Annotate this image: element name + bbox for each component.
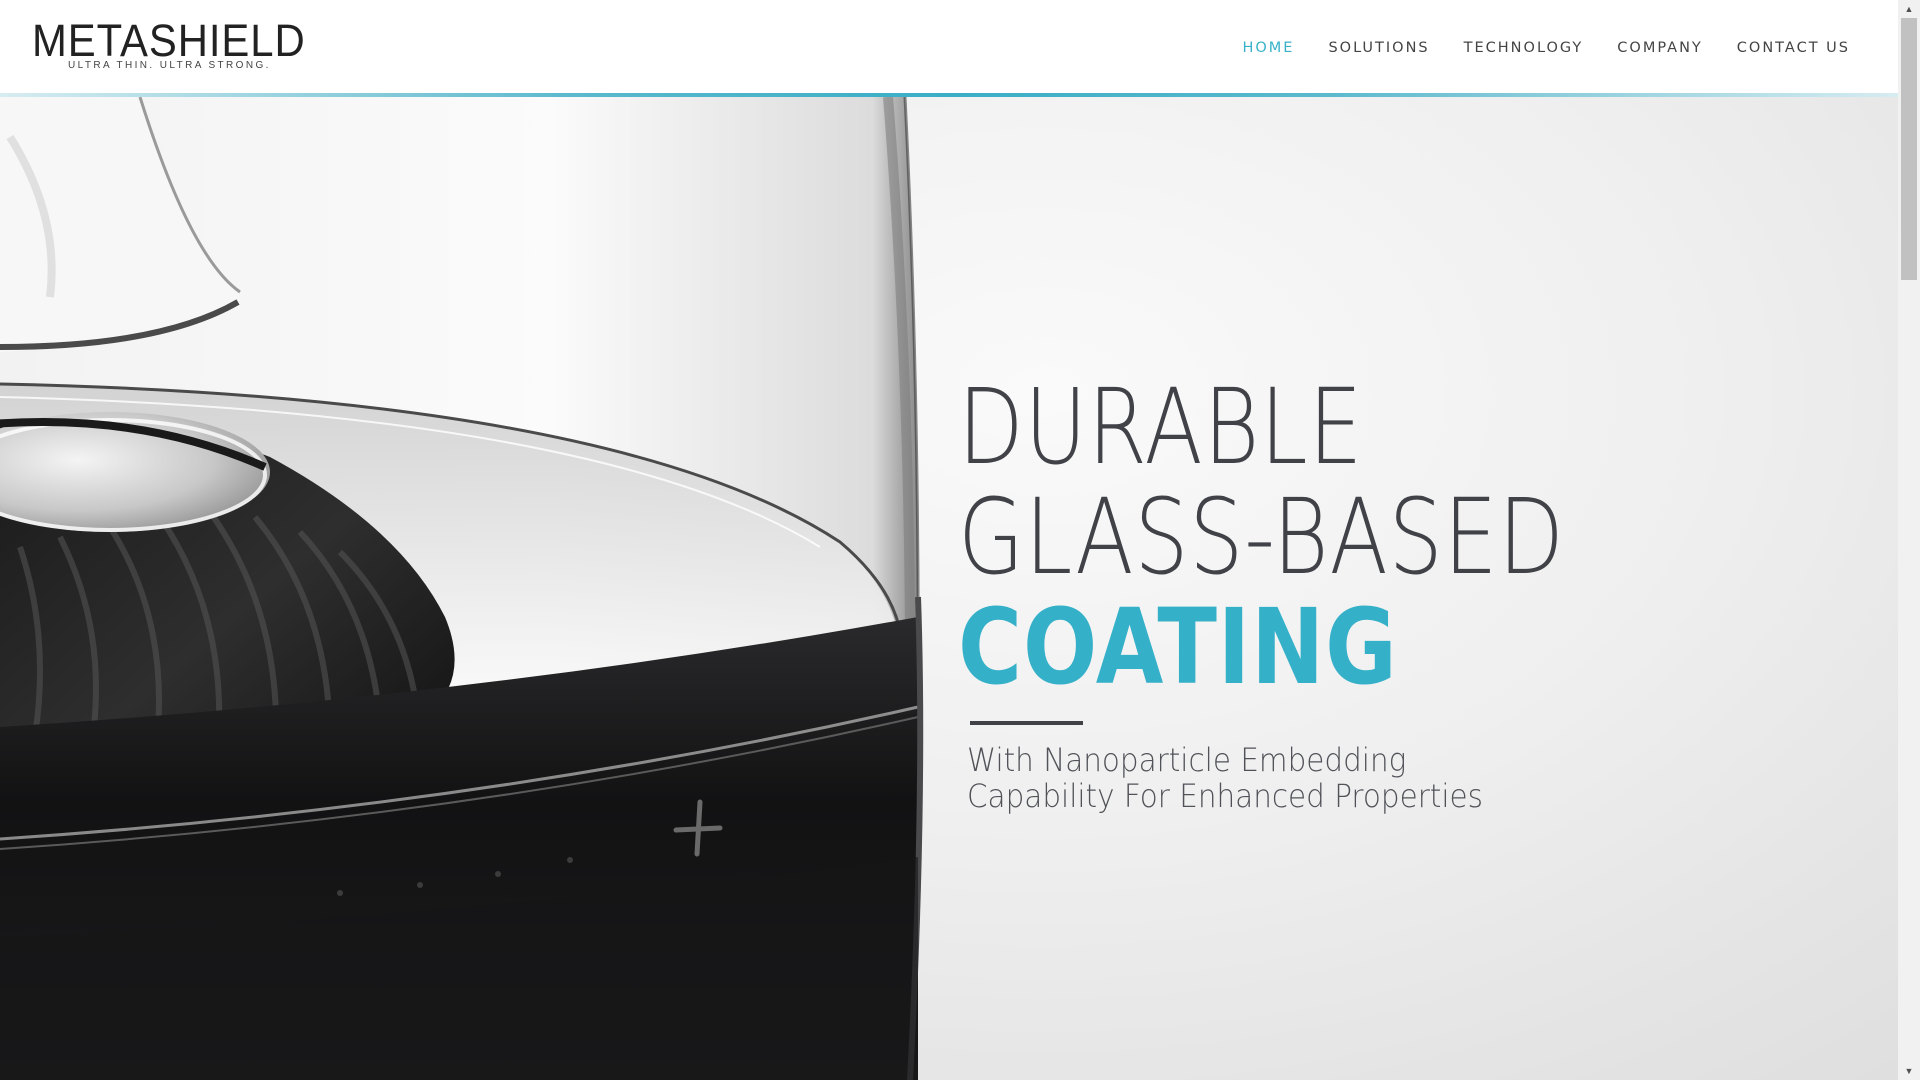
nav-item-contact-us[interactable]: CONTACT US (1737, 38, 1850, 56)
nav-item-technology[interactable]: TECHNOLOGY (1464, 38, 1584, 56)
hero-subtitle: With Nanoparticle Embedding Capability F… (967, 742, 1483, 814)
nav-item-home[interactable]: HOME (1242, 38, 1294, 56)
site-header: METASHIELD ULTRA THIN. ULTRA STRONG. HOM… (0, 0, 1898, 93)
nav-item-solutions[interactable]: SOLUTIONS (1328, 38, 1429, 56)
scroll-thumb[interactable] (1901, 18, 1917, 280)
brand-tagline: ULTRA THIN. ULTRA STRONG. (68, 60, 271, 71)
hero-heading-line-2: GLASS-BASED (958, 476, 1565, 598)
hero-subtitle-line-2: Capability For Enhanced Properties (967, 777, 1483, 815)
scroll-up-icon[interactable]: ▲ (1898, 0, 1920, 18)
scroll-down-icon[interactable]: ▼ (1898, 1062, 1920, 1080)
header-accent-line (0, 93, 1898, 97)
hero-divider (970, 721, 1083, 725)
hero-heading-accent: COATING (958, 586, 1398, 708)
hero-heading-line-1: DURABLE (958, 366, 1364, 488)
brand-logo[interactable]: METASHIELD ULTRA THIN. ULTRA STRONG. (32, 16, 305, 76)
hero-heading: DURABLE GLASS-BASED COATING (958, 372, 1698, 702)
brand-name: METASHIELD (32, 15, 306, 66)
hero-section: DURABLE GLASS-BASED COATING With Nanopar… (0, 97, 1898, 1080)
page: METASHIELD ULTRA THIN. ULTRA STRONG. HOM… (0, 0, 1920, 1080)
main-nav: HOME SOLUTIONS TECHNOLOGY COMPANY CONTAC… (1208, 0, 1850, 93)
page-scrollbar[interactable]: ▲ ▼ (1898, 0, 1920, 1080)
nav-item-company[interactable]: COMPANY (1617, 38, 1703, 56)
hero-subtitle-line-1: With Nanoparticle Embedding (967, 741, 1407, 779)
